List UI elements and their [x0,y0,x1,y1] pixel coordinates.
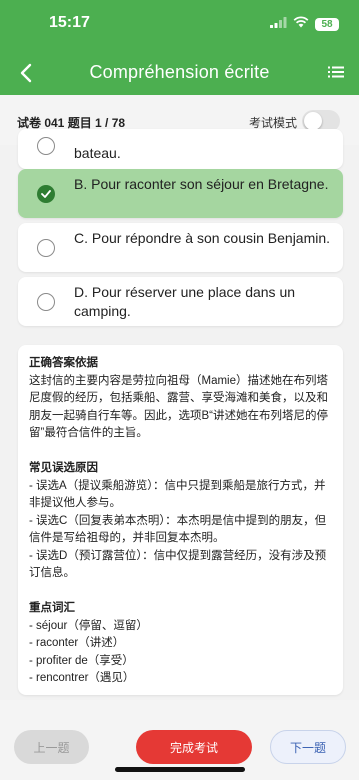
status-bar: 15:17 58 [0,0,359,50]
radio-icon [37,137,55,155]
error-item: - 误选D（预订露营位）：信中仅提到露营经历，没有涉及预订信息。 [29,549,327,580]
vocab-item: - séjour（停留、逗留） [29,619,148,632]
option-text: C. Pour répondre à son cousin Benjamin. [74,230,331,246]
explanation-card: 正确答案依据 这封信的主要内容是劳拉向祖母（Mamie）描述她在布列塔尼度假的经… [18,345,343,695]
answer-options: bateau. B. Pour raconter son séjour en B… [0,129,359,335]
section-title: 正确答案依据 [29,357,98,369]
error-item: - 误选A（提议乘船游览）：信中只提到乘船是旅行方式，并非提议他人参与。 [29,479,326,510]
finish-exam-button[interactable]: 完成考试 [136,730,252,764]
status-icons: 58 [270,15,339,33]
option-b[interactable]: B. Pour raconter son séjour en Bretagne. [18,169,343,218]
signal-icon [270,15,287,33]
error-item: - 误选C（回复表弟本杰明）：本杰明是信中提到的朋友，但信件是写给祖母的，并非回… [29,514,327,545]
option-c[interactable]: C. Pour répondre à son cousin Benjamin. [18,223,343,272]
page-title: Compréhension écrite [89,62,270,82]
home-indicator [115,767,245,772]
app-header: 15:17 58 Compréhension écrite [0,0,359,95]
option-text: B. Pour raconter son séjour en Bretagne. [74,176,329,192]
check-circle-icon [37,184,55,203]
option-text: bateau. [74,145,121,161]
basis-text: 这封信的主要内容是劳拉向祖母（Mamie）描述她在布列塔尼度假的经历，包括乘船、… [29,374,329,440]
status-time: 15:17 [49,14,90,31]
next-question-button[interactable]: 下一题 [270,730,346,764]
vocab-item: - raconter（讲述） [29,637,125,649]
section-title: 重点词汇 [29,602,75,614]
option-d[interactable]: D. Pour réserver une place dans un campi… [18,277,343,326]
option-text: D. Pour réserver une place dans un campi… [74,284,296,319]
radio-icon [37,238,55,257]
section-title: 常见误选原因 [29,462,98,474]
wifi-icon [293,15,309,33]
nav-bar: Compréhension écrite [0,55,359,91]
option-a[interactable]: bateau. [18,129,343,169]
previous-question-button[interactable]: 上一题 [14,730,89,764]
list-icon [328,66,344,78]
battery-indicator: 58 [315,17,339,31]
vocab-item: - rencontrer（遇见） [29,672,135,684]
radio-icon [37,292,55,311]
menu-button[interactable] [325,61,347,83]
toggle-knob [304,112,322,130]
vocab-item: - profiter de（享受） [29,654,134,667]
